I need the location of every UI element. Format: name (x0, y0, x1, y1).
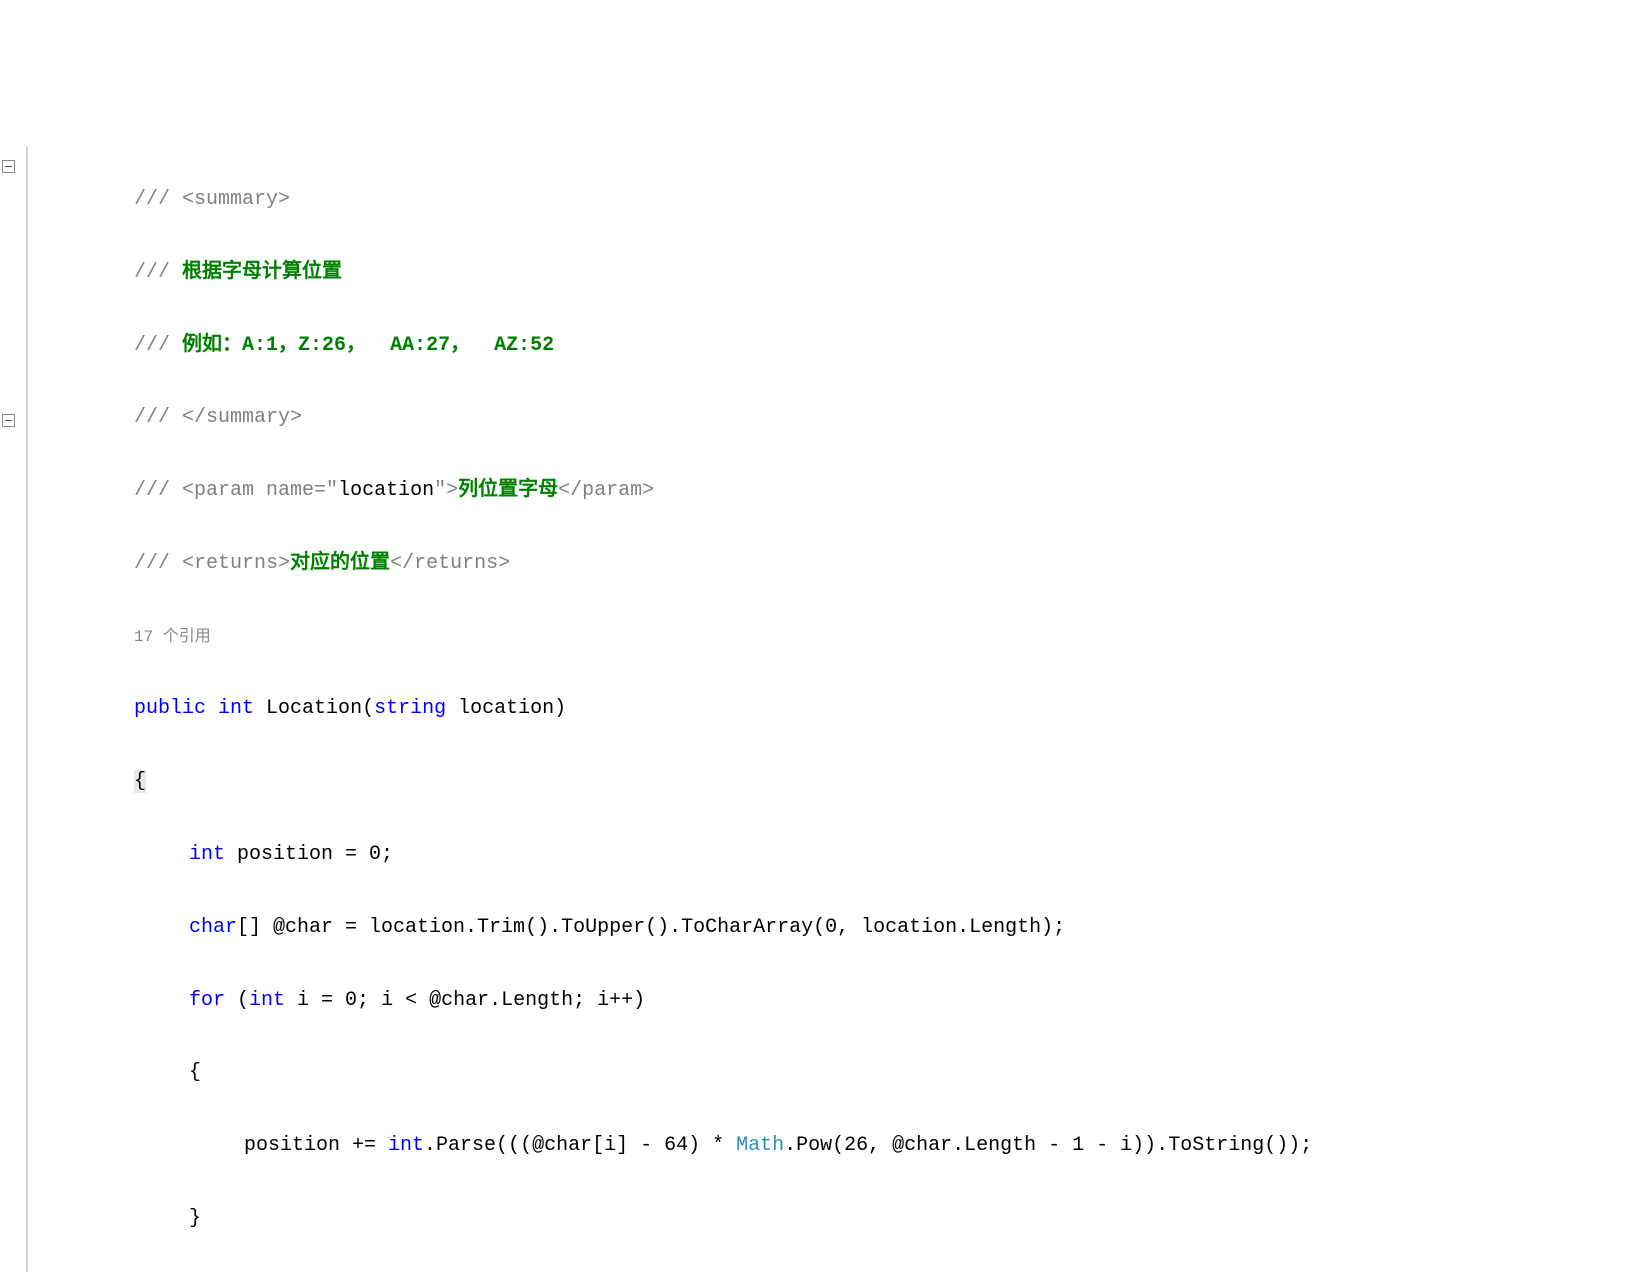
method-signature: public int Location(string location) (34, 691, 1626, 727)
codelens-references[interactable]: 17 个引用 (34, 619, 1626, 655)
code-line: char[] @char = location.Trim().ToUpper()… (34, 910, 1626, 946)
brace-open: { (34, 1055, 1626, 1091)
fold-toggle-icon[interactable] (2, 160, 15, 173)
code-content[interactable]: /// <summary> /// 根据字母计算位置 /// 例如：A:1，Z:… (28, 146, 1626, 1272)
comment-line: /// <param name="location">列位置字母</param> (34, 473, 1626, 509)
code-line: for (int i = 0; i < @char.Length; i++) (34, 983, 1626, 1019)
fold-toggle-icon[interactable] (2, 414, 15, 427)
comment-line: /// 根据字母计算位置 (34, 255, 1626, 291)
comment-line: /// 例如：A:1，Z:26， AA:27， AZ:52 (34, 328, 1626, 364)
code-line: int position = 0; (34, 837, 1626, 873)
fold-gutter (0, 146, 28, 1272)
code-line: position += int.Parse(((@char[i] - 64) *… (34, 1128, 1626, 1164)
brace-open: { (34, 764, 1626, 800)
comment-line: /// <returns>对应的位置</returns> (34, 546, 1626, 582)
brace-close: } (34, 1201, 1626, 1237)
code-editor[interactable]: /// <summary> /// 根据字母计算位置 /// 例如：A:1，Z:… (0, 146, 1626, 1272)
comment-line: /// <summary> (34, 182, 1626, 218)
comment-line: /// </summary> (34, 400, 1626, 436)
